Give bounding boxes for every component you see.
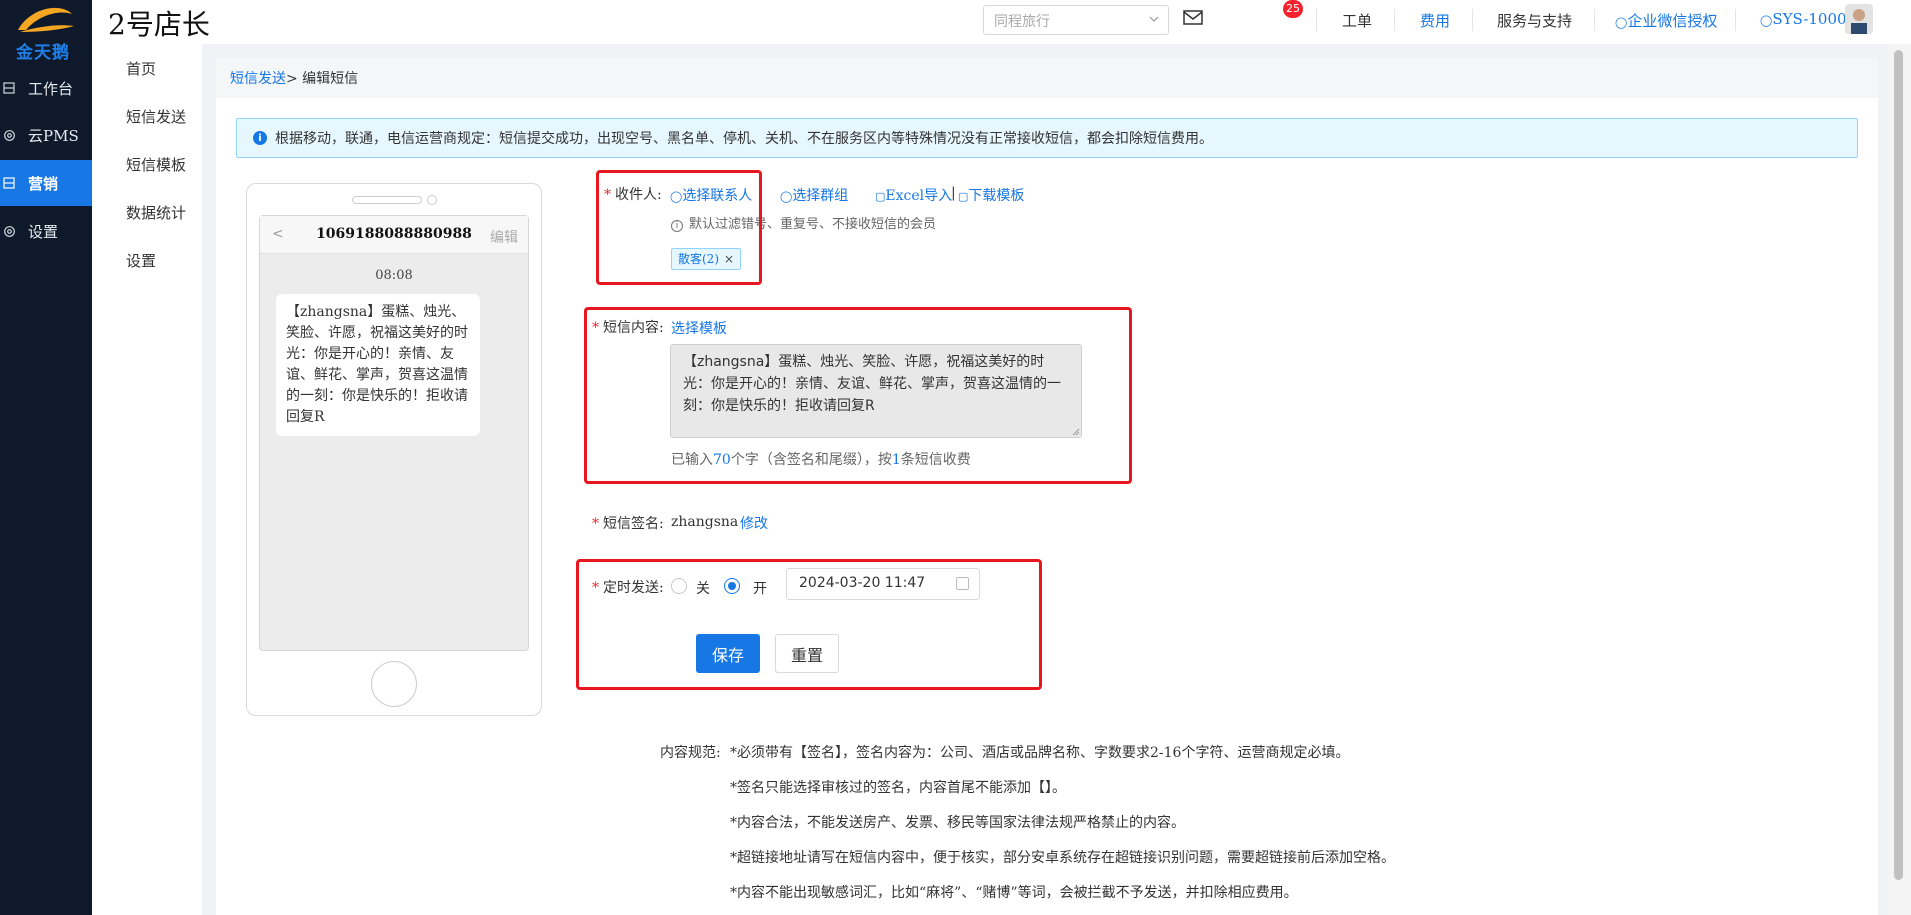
phone-home-button: [371, 661, 417, 707]
marketing-subnav: 首页 短信发送 短信模板 数据统计 设置: [92, 44, 202, 915]
header-divider: [1594, 9, 1595, 31]
sidebar-item-marketing[interactable]: 营销: [0, 160, 92, 206]
rule-item: *内容不能出现敏感词汇，比如“麻将”、“赌博”等词，会被拦截不予发送，并扣除相应…: [730, 885, 1298, 901]
hotel-select[interactable]: 同程旅行: [983, 5, 1169, 35]
breadcrumb-sms-send[interactable]: 短信发送: [230, 71, 286, 87]
header-divider: [1472, 9, 1473, 31]
header-divider: [1735, 9, 1736, 31]
recipient-highlight-box: [596, 170, 762, 285]
marketing-icon: [2, 176, 16, 190]
sidebar-item-cloud-pms[interactable]: 云PMS: [0, 112, 92, 158]
subnav-item-sms-template[interactable]: 短信模板: [126, 154, 186, 175]
hotel-select-value: 同程旅行: [994, 14, 1050, 30]
workbench-icon: [2, 81, 16, 95]
swan-logo-icon: [18, 7, 74, 32]
avatar[interactable]: [1845, 4, 1873, 34]
sidebar-item-label: 设置: [28, 222, 59, 241]
brand-title: 2号店长: [108, 8, 210, 41]
sidebar-item-label: 营销: [28, 174, 59, 193]
modify-signature-link[interactable]: 修改: [740, 513, 768, 533]
settings-icon: [2, 224, 16, 238]
link-divider: |: [951, 185, 956, 201]
message-time: 08:08: [375, 268, 413, 283]
chevron-down-icon: [1149, 16, 1159, 22]
subnav-item-statistics[interactable]: 数据统计: [126, 202, 186, 223]
phone-edit-label: 编辑: [490, 230, 518, 246]
phone-screen-header: < 1069188088880988 编辑: [260, 216, 528, 254]
phone-screen: < 1069188088880988 编辑 08:08 【zhangsna】蛋糕…: [259, 215, 529, 651]
signature-value: zhangsna: [671, 514, 739, 530]
sender-number: 1069188088880988: [316, 226, 472, 242]
sidebar-item-workbench[interactable]: 工作台: [0, 65, 92, 111]
rules-label: 内容规范:: [660, 745, 721, 761]
avatar-image: [1845, 4, 1873, 34]
schedule-highlight-box: [576, 559, 1042, 690]
subnav-item-home[interactable]: 首页: [126, 58, 156, 79]
rule-item: *超链接地址请写在短信内容中，便于核实，部分安卓系统存在超链接识别问题，需要超链…: [730, 850, 1395, 866]
group-icon: ◯: [780, 190, 793, 203]
user-icon: ◯: [1760, 14, 1773, 27]
billing-alert: i 根据移动，联通，电信运营商规定：短信提交成功，出现空号、黑名单、停机、关机、…: [236, 118, 1858, 158]
logo-text: 金天鹅: [16, 43, 70, 63]
excel-import-link[interactable]: ▢Excel导入: [875, 185, 952, 205]
logo[interactable]: 金天鹅: [0, 0, 92, 63]
info-icon: i: [253, 131, 267, 145]
breadcrumb-current: > 编辑短信: [286, 71, 359, 87]
nav-fees[interactable]: 费用: [1420, 10, 1450, 31]
sidebar-item-label: 云PMS: [28, 126, 79, 145]
mail-badge: 25: [1283, 0, 1303, 18]
subnav-item-sms-send[interactable]: 短信发送: [126, 106, 186, 127]
nav-wechat-auth[interactable]: ◯企业微信授权: [1615, 10, 1717, 31]
sidebar-item-label: 工作台: [28, 79, 74, 98]
header-divider: [1316, 9, 1317, 31]
content-highlight-box: [584, 307, 1132, 484]
user-label: SYS-10009: [1772, 10, 1857, 28]
phone-speaker: [352, 196, 422, 204]
nav-user-account[interactable]: ◯SYS-10009: [1760, 10, 1856, 28]
breadcrumb-bar: [216, 58, 1878, 98]
nav-service-support[interactable]: 服务与支持: [1497, 10, 1572, 31]
download-icon: ▢: [958, 190, 969, 203]
mail-icon[interactable]: [1182, 6, 1206, 28]
import-icon: ▢: [875, 190, 886, 203]
sidebar-item-settings[interactable]: 设置: [0, 208, 92, 254]
gear-icon: [2, 128, 16, 142]
rule-item: *内容合法，不能发送房产、发票、移民等国家法律法规严格禁止的内容。: [730, 815, 1185, 831]
alert-text: 根据移动，联通，电信运营商规定：短信提交成功，出现空号、黑名单、停机、关机、不在…: [275, 131, 1213, 147]
wechat-auth-label: 企业微信授权: [1627, 12, 1718, 30]
message-bubble: 【zhangsna】蛋糕、烛光、笑脸、许愿，祝福这美好的时光：你是开心的！亲情、…: [276, 294, 480, 436]
signature-label: * 短信签名:: [592, 516, 664, 532]
select-group-link[interactable]: ◯选择群组: [780, 185, 848, 205]
rule-item: *必须带有【签名】，签名内容为：公司、酒店或品牌名称、字数要求2-16个字符、运…: [730, 745, 1350, 761]
user-icon: ◯: [1615, 16, 1628, 29]
rule-item: *签名只能选择审核过的签名，内容首尾不能添加【】。: [730, 780, 1066, 796]
phone-preview: < 1069188088880988 编辑 08:08 【zhangsna】蛋糕…: [246, 183, 542, 716]
subnav-item-settings[interactable]: 设置: [126, 250, 156, 271]
header-divider: [1394, 9, 1395, 31]
phone-camera: [427, 195, 437, 205]
main-sidebar: 金天鹅 工作台 云PMS 营销 设置: [0, 0, 92, 915]
scrollbar-thumb[interactable]: [1894, 50, 1903, 880]
download-template-link[interactable]: ▢下载模板: [958, 185, 1024, 205]
breadcrumb: 短信发送> 编辑短信: [230, 68, 358, 88]
nav-work-order[interactable]: 工单: [1342, 10, 1372, 31]
